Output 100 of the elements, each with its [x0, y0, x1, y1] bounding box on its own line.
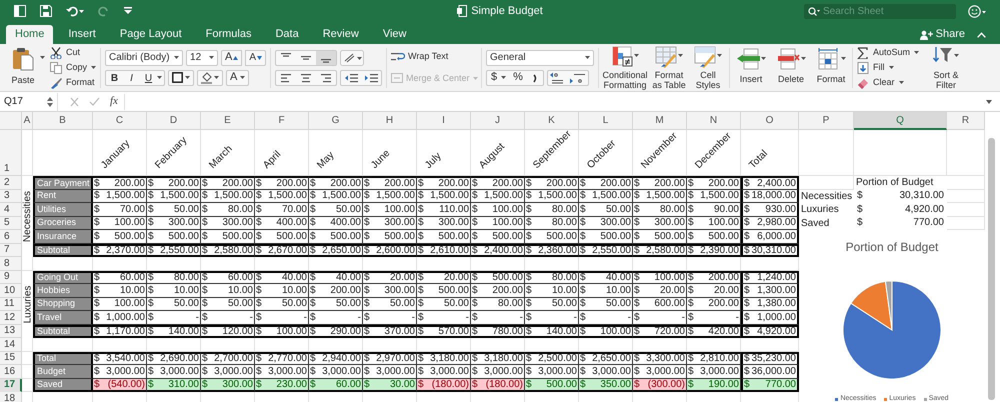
clipboard-button[interactable]: Format — [50, 76, 96, 89]
collapse-icon[interactable] — [977, 32, 986, 38]
font-name-dropdown[interactable]: Calibri (Body) — [105, 50, 184, 66]
redo-icon[interactable] — [98, 5, 110, 17]
empty-cell[interactable] — [201, 257, 255, 270]
row-header[interactable]: 10 — [0, 284, 22, 298]
column-header[interactable]: I — [417, 112, 471, 130]
undo-icon[interactable] — [66, 5, 84, 17]
row-header[interactable]: 18 — [0, 392, 22, 402]
align-bottom-icon[interactable] — [316, 50, 336, 64]
stepper-icon[interactable] — [47, 96, 53, 106]
row-header[interactable]: 13 — [0, 324, 22, 338]
empty-cell[interactable] — [93, 257, 147, 270]
font-size-dropdown[interactable]: 12 — [186, 50, 218, 66]
empty-cell[interactable] — [33, 257, 93, 270]
search-field[interactable]: Search Sheet — [823, 4, 943, 18]
currency-button[interactable]: $ — [487, 69, 502, 86]
italic-button[interactable]: I — [123, 70, 140, 84]
empty-cell[interactable] — [854, 130, 947, 176]
row-header[interactable]: 3 — [0, 190, 22, 203]
smiley-icon[interactable] — [968, 4, 986, 18]
ribbon-button[interactable]: Delete — [774, 48, 808, 87]
search-bar[interactable]: Search Sheet — [804, 4, 956, 18]
percent-button[interactable]: % — [509, 69, 528, 86]
empty-cell[interactable] — [579, 257, 633, 270]
empty-cell[interactable] — [417, 257, 471, 270]
row-header[interactable]: 5 — [0, 216, 22, 230]
empty-cell[interactable] — [33, 338, 93, 352]
caret-icon[interactable] — [501, 76, 506, 79]
sidebar-icon[interactable] — [14, 5, 26, 17]
insert-function-button[interactable]: fx — [110, 93, 118, 110]
ribbon-tab[interactable]: Home — [6, 25, 54, 44]
row-header[interactable]: 11 — [0, 298, 22, 311]
empty-cell[interactable] — [687, 338, 741, 352]
empty-cell[interactable] — [633, 338, 687, 352]
ribbon-tab[interactable]: Page Layout — [110, 25, 191, 44]
clipboard-button[interactable]: Copy — [50, 61, 96, 74]
empty-cell[interactable] — [255, 257, 309, 270]
empty-cell[interactable] — [525, 257, 579, 270]
row-header[interactable]: 6 — [0, 230, 22, 244]
column-header[interactable]: L — [579, 112, 633, 130]
empty-cell[interactable] — [471, 338, 525, 352]
row-header[interactable]: 12 — [0, 311, 22, 324]
empty-cell[interactable] — [255, 338, 309, 352]
column-header[interactable]: R — [947, 112, 985, 130]
row-header[interactable]: 17 — [0, 378, 22, 392]
clipboard-button[interactable]: Cut — [50, 46, 96, 59]
empty-cell[interactable] — [22, 378, 33, 392]
column-header[interactable]: G — [309, 112, 363, 130]
empty-cell[interactable] — [309, 338, 363, 352]
wrap-text-button[interactable]: Wrap Text — [391, 50, 478, 64]
empty-cell[interactable] — [33, 130, 93, 176]
empty-cell[interactable] — [22, 352, 33, 365]
column-header[interactable]: C — [93, 112, 147, 130]
empty-cell[interactable] — [22, 365, 33, 378]
font-color-button[interactable]: A — [226, 70, 250, 86]
share-button[interactable]: Share — [920, 26, 965, 43]
column-header[interactable]: E — [201, 112, 255, 130]
ribbon-button[interactable]: Format — [814, 48, 848, 87]
column-header[interactable]: A — [22, 112, 33, 130]
column-header[interactable]: D — [147, 112, 201, 130]
empty-cell[interactable] — [417, 338, 471, 352]
customize-caret-icon[interactable] — [124, 7, 132, 15]
row-header[interactable]: 16 — [0, 365, 22, 378]
empty-cell[interactable] — [579, 338, 633, 352]
column-header[interactable]: M — [633, 112, 687, 130]
row-header[interactable]: 9 — [0, 270, 22, 284]
name-box[interactable]: Q17 — [0, 92, 58, 110]
bold-button[interactable]: B — [106, 70, 124, 84]
column-header[interactable]: P — [799, 112, 854, 130]
ribbon-button[interactable]: Format as Table — [652, 45, 686, 90]
empty-cell[interactable] — [633, 257, 687, 270]
editing-button[interactable]: Fill — [857, 61, 920, 74]
ribbon-tab[interactable]: Review — [314, 25, 368, 44]
column-header[interactable]: O — [741, 112, 799, 130]
empty-cell[interactable] — [363, 338, 417, 352]
empty-cell[interactable] — [471, 257, 525, 270]
column-header[interactable]: B — [33, 112, 93, 130]
ribbon-button[interactable]: Insert — [734, 48, 768, 87]
underline-button[interactable]: U — [140, 70, 158, 84]
ribbon-tab[interactable]: View — [374, 25, 416, 44]
number-format-dropdown[interactable]: General — [486, 50, 594, 66]
fill-color-button[interactable] — [197, 70, 224, 86]
empty-cell[interactable] — [147, 257, 201, 270]
scrollbar[interactable] — [988, 138, 995, 400]
row-header[interactable]: 15 — [0, 352, 22, 365]
column-header[interactable]: N — [687, 112, 741, 130]
empty-cell[interactable] — [947, 203, 985, 216]
empty-cell[interactable] — [22, 257, 33, 270]
expand-caret-icon[interactable] — [986, 100, 992, 104]
decrease-font-size-button[interactable]: A — [245, 50, 266, 66]
row-header[interactable]: 7 — [0, 244, 22, 257]
cancel-icon[interactable] — [68, 96, 80, 106]
ribbon-button[interactable]: Cell Styles — [691, 45, 726, 90]
empty-cell[interactable] — [201, 338, 255, 352]
empty-cell[interactable] — [947, 176, 985, 190]
row-header[interactable]: 4 — [0, 203, 22, 216]
empty-cell[interactable] — [947, 190, 985, 203]
ribbon-tab[interactable]: Data — [266, 25, 308, 44]
column-header[interactable]: F — [255, 112, 309, 130]
